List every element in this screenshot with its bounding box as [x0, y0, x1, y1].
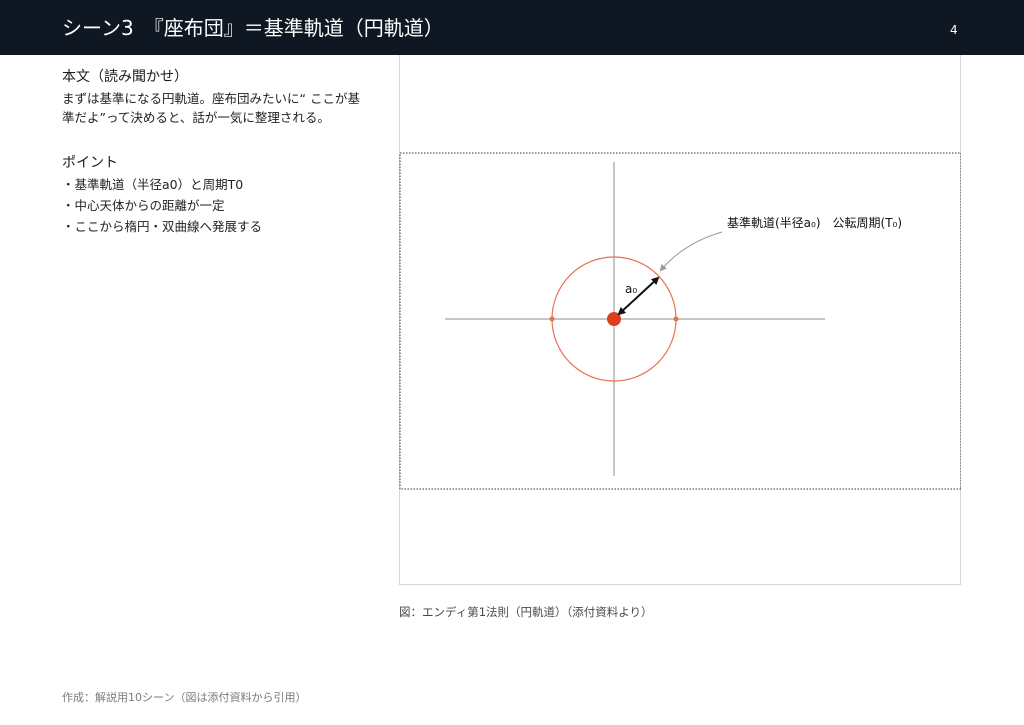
point-item-2: ・中心天体からの距離が一定 — [62, 198, 225, 213]
central-body — [607, 312, 621, 326]
annotation-leader — [659, 231, 723, 272]
page-title: シーン3 『座布団』＝基準軌道（円軌道） — [62, 16, 444, 40]
footer-note: 作成：解説用10シーン（図は添付資料から引用） — [62, 691, 307, 704]
points-heading: ポイント — [62, 155, 118, 171]
figure-caption: 図：エンディ第1法則（円軌道）（添付資料より） — [399, 605, 653, 619]
annotation-label: 基準軌道(半径a₀) 公転周期(T₀) — [727, 215, 902, 230]
orbit-point-left — [549, 316, 555, 322]
point-item-3: ・ここから楕円・双曲線へ発展する — [62, 219, 263, 234]
point-item-1: ・基準軌道（半径a0）と周期T0 — [62, 177, 244, 192]
header-bar: シーン3 『座布団』＝基準軌道（円軌道） 4 — [0, 0, 1024, 55]
orbit-diagram: a₀ 基準軌道(半径a₀) 公転周期(T₀) — [399, 152, 961, 490]
main-text-heading: 本文（読み聞かせ） — [62, 69, 188, 85]
points-list: ・基準軌道（半径a0）と周期T0 ・中心天体からの距離が一定 ・ここから楕円・双… — [62, 174, 262, 237]
radius-label: a₀ — [625, 282, 637, 296]
main-text-body: まずは基準になる円軌道。座布団みたいに“ ここが基準だよ”って決めると、話が一気… — [62, 91, 360, 125]
page-number: 4 — [950, 23, 958, 37]
orbit-point-right — [673, 316, 679, 322]
diagram-frame — [399, 152, 961, 490]
